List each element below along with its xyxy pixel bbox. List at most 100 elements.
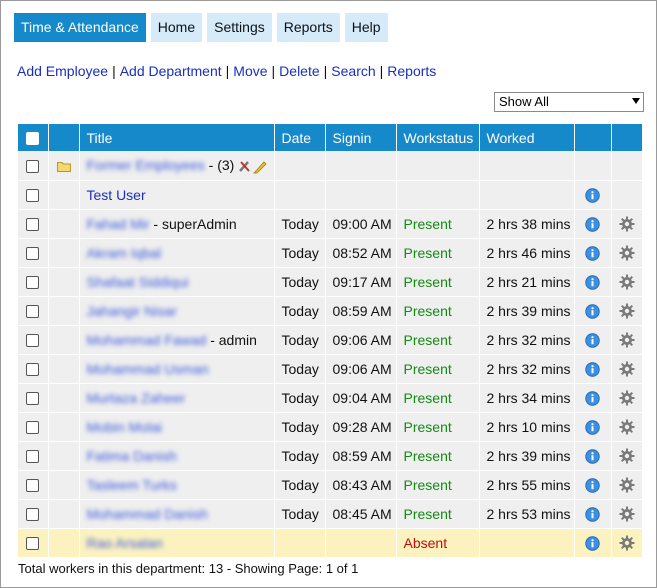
info-icon[interactable] [585, 333, 600, 348]
info-icon[interactable] [585, 536, 600, 551]
row-checkbox[interactable] [26, 334, 40, 348]
app-window: Time & Attendance Home Settings Reports … [0, 0, 657, 588]
info-icon[interactable] [585, 449, 600, 464]
folder-icon[interactable] [56, 161, 71, 173]
employee-name[interactable]: Murtaza Zaheer [87, 390, 186, 406]
info-icon[interactable] [585, 246, 600, 261]
tab-settings[interactable]: Settings [207, 13, 272, 42]
separator: | [323, 63, 328, 79]
employee-name[interactable]: Tasleem Turks [87, 477, 177, 493]
employee-name[interactable]: Mohammad Fawad [87, 332, 207, 348]
employee-name[interactable]: Mohammad Danish [87, 506, 208, 522]
gear-icon[interactable] [619, 216, 635, 232]
tab-help[interactable]: Help [344, 13, 388, 42]
header-worked[interactable]: Worked [479, 124, 575, 151]
select-all-checkbox[interactable] [26, 132, 40, 146]
employee-role: - admin [210, 331, 257, 348]
workstatus-cell: Present [396, 325, 480, 355]
table-row-absent: Rao Arsalan Absent [18, 528, 643, 558]
info-icon[interactable] [585, 275, 600, 290]
gear-icon[interactable] [619, 506, 635, 522]
department-row: Former Employees - (3) [18, 151, 643, 181]
employee-name[interactable]: Fatima Danish [87, 448, 177, 464]
employee-name[interactable]: Jahangir Nisar [87, 303, 177, 319]
add-employee-link[interactable]: Add Employee [17, 63, 108, 79]
info-icon[interactable] [585, 304, 600, 319]
table-row: Mohammad Usman Today 09:06 AM Present 2 hrs… [18, 354, 643, 384]
gear-icon[interactable] [619, 448, 635, 464]
gear-icon[interactable] [619, 390, 635, 406]
info-icon[interactable] [585, 391, 600, 406]
header-date[interactable]: Date [274, 124, 326, 151]
workstatus-cell: Present [396, 383, 480, 413]
row-checkbox[interactable] [26, 160, 40, 174]
info-icon[interactable] [585, 217, 600, 232]
row-checkbox[interactable] [26, 363, 40, 377]
employee-name[interactable]: Shafaat Siddiqui [87, 274, 189, 290]
workstatus-cell: Present [396, 267, 480, 297]
employee-role: - superAdmin [153, 215, 237, 232]
row-checkbox[interactable] [26, 247, 40, 261]
date-cell: Today [274, 296, 326, 326]
tab-time-attendance[interactable]: Time & Attendance [14, 13, 146, 42]
row-checkbox[interactable] [26, 508, 40, 522]
header-title[interactable]: Title [79, 124, 275, 151]
gear-icon[interactable] [619, 535, 635, 551]
delete-link[interactable]: Delete [279, 63, 319, 79]
date-cell: Today [274, 354, 326, 384]
employee-name[interactable]: Test User [87, 187, 146, 203]
date-cell: Today [274, 412, 326, 442]
gear-icon[interactable] [619, 419, 635, 435]
date-cell: Today [274, 267, 326, 297]
gear-icon[interactable] [619, 274, 635, 290]
row-checkbox[interactable] [26, 305, 40, 319]
table-row: Mobin Molai Today 09:28 AM Present 2 hrs 10… [18, 412, 643, 442]
table-row: Mohammad Fawad - admin Today 09:06 AM Prese… [18, 325, 643, 355]
gear-icon[interactable] [619, 332, 635, 348]
tab-reports[interactable]: Reports [276, 13, 340, 42]
show-filter-select[interactable]: Show All [494, 92, 644, 112]
info-icon[interactable] [585, 188, 600, 203]
edit-tools-icon[interactable] [238, 158, 268, 174]
department-name[interactable]: Former Employees [87, 157, 205, 173]
info-icon[interactable] [585, 478, 600, 493]
table-row: Jahangir Nisar Today 08:59 AM Present 2 hrs… [18, 296, 643, 326]
worked-cell: 2 hrs 34 mins [479, 383, 575, 413]
tab-home[interactable]: Home [150, 13, 203, 42]
employee-name[interactable]: Rao Arsalan [87, 535, 163, 551]
table-header-row: Title Date Signin Workstatus Worked [18, 124, 643, 151]
row-checkbox[interactable] [26, 276, 40, 290]
row-checkbox[interactable] [26, 537, 40, 551]
department-count: - (3) [208, 156, 235, 173]
employee-name[interactable]: Akram Iqbal [87, 245, 162, 261]
employee-name[interactable]: Mohammad Usman [87, 361, 209, 377]
header-signin[interactable]: Signin [325, 124, 397, 151]
gear-icon[interactable] [619, 361, 635, 377]
header-settings-col [611, 124, 643, 151]
employee-name[interactable]: Mobin Molai [87, 419, 162, 435]
add-department-link[interactable]: Add Department [120, 63, 222, 79]
gear-icon[interactable] [619, 303, 635, 319]
row-checkbox[interactable] [26, 218, 40, 232]
workstatus-cell: Present [396, 499, 480, 529]
worked-cell: 2 hrs 46 mins [479, 238, 575, 268]
worked-cell: 2 hrs 10 mins [479, 412, 575, 442]
gear-icon[interactable] [619, 477, 635, 493]
move-link[interactable]: Move [233, 63, 267, 79]
row-checkbox[interactable] [26, 189, 40, 203]
employee-name[interactable]: Fahad Mir [87, 216, 150, 232]
top-nav: Time & Attendance Home Settings Reports … [14, 13, 388, 42]
gear-icon[interactable] [619, 245, 635, 261]
table-row: Shafaat Siddiqui Today 09:17 AM Present 2 h… [18, 267, 643, 297]
info-icon[interactable] [585, 420, 600, 435]
info-icon[interactable] [585, 362, 600, 377]
row-checkbox[interactable] [26, 450, 40, 464]
row-checkbox[interactable] [26, 421, 40, 435]
row-checkbox[interactable] [26, 479, 40, 493]
info-icon[interactable] [585, 507, 600, 522]
reports-link[interactable]: Reports [387, 63, 436, 79]
header-workstatus[interactable]: Workstatus [396, 124, 480, 151]
row-checkbox[interactable] [26, 392, 40, 406]
workstatus-cell: Present [396, 209, 480, 239]
search-link[interactable]: Search [331, 63, 375, 79]
